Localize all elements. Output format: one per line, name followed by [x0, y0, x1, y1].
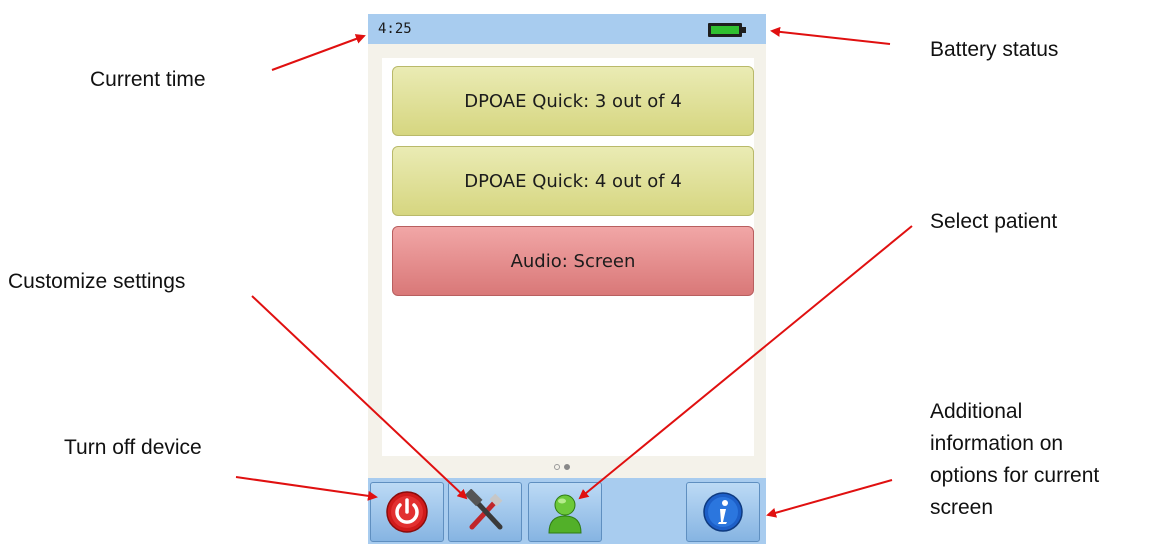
bottom-toolbar — [368, 478, 766, 544]
device-screen: 4:25 DPOAE Quick: 3 out of 4 DPOAE Quick… — [368, 14, 766, 544]
annotation-select-patient: Select patient — [930, 210, 1058, 233]
current-time: 4:25 — [378, 21, 412, 37]
test-item-audio-screen[interactable]: Audio: Screen — [392, 226, 754, 296]
patient-icon — [548, 494, 582, 534]
status-bar: 4:25 — [368, 14, 766, 44]
test-list: DPOAE Quick: 3 out of 4 DPOAE Quick: 4 o… — [382, 58, 754, 456]
power-icon — [386, 491, 428, 533]
annotation-battery-status: Battery status — [930, 38, 1059, 61]
annotation-current-time: Current time — [90, 68, 206, 91]
select-patient-button[interactable] — [528, 482, 602, 542]
arrow-additional-info — [766, 479, 893, 518]
test-item-dpoae-3of4[interactable]: DPOAE Quick: 3 out of 4 — [392, 66, 754, 136]
page-indicator — [554, 464, 570, 472]
arrow-current-time — [271, 34, 366, 71]
page-dot-active — [564, 464, 570, 470]
info-button[interactable] — [686, 482, 760, 542]
annotation-customize-settings: Customize settings — [8, 270, 186, 293]
arrow-turn-off-device — [235, 476, 378, 501]
power-button[interactable] — [370, 482, 444, 542]
test-item-label: Audio: Screen — [510, 250, 636, 272]
test-item-dpoae-4of4[interactable]: DPOAE Quick: 4 out of 4 — [392, 146, 754, 216]
info-icon — [703, 492, 743, 532]
test-item-label: DPOAE Quick: 4 out of 4 — [464, 170, 682, 192]
annotation-additional-info: Additional information on options for cu… — [930, 400, 1100, 519]
test-item-label: DPOAE Quick: 3 out of 4 — [464, 90, 682, 112]
battery-icon — [708, 23, 746, 37]
settings-button[interactable] — [448, 482, 522, 542]
tools-icon — [464, 489, 503, 530]
arrow-battery-status — [770, 26, 891, 45]
page-dot — [554, 464, 560, 470]
annotation-turn-off-device: Turn off device — [64, 436, 202, 459]
